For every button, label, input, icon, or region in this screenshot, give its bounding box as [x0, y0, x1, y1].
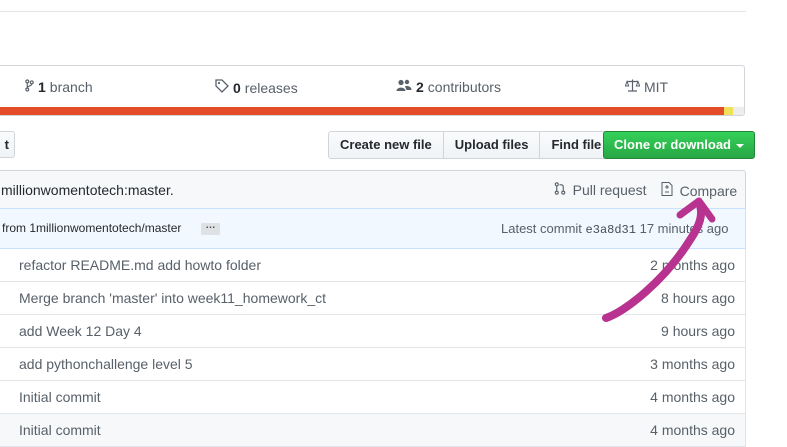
commit-message-link[interactable]: refactor README.md add howto folder: [19, 257, 261, 273]
latest-commit-label: Latest commit: [501, 221, 582, 236]
diff-icon: [661, 182, 677, 199]
compare-link[interactable]: Compare: [661, 182, 737, 199]
branches-link[interactable]: 1 branch: [25, 79, 93, 95]
people-icon: [396, 79, 412, 95]
commit-message-link[interactable]: Initial commit: [19, 389, 101, 405]
branch-info-bar: millionwomentotech:master. Pull request …: [0, 170, 746, 209]
language-segment-other: [733, 107, 744, 115]
commit-message-link[interactable]: add Week 12 Day 4: [19, 323, 142, 339]
contributors-link[interactable]: 2 contributors: [396, 79, 501, 95]
commit-age: 4 months ago: [650, 389, 735, 405]
commit-message-link[interactable]: Initial commit: [19, 422, 101, 438]
pull-request-icon: [554, 182, 570, 198]
license-label: MIT: [644, 79, 669, 95]
clone-or-download-button[interactable]: Clone or download: [603, 131, 755, 159]
releases-link[interactable]: 0 releases: [215, 79, 298, 96]
commit-age: 9 hours ago: [661, 323, 735, 339]
branch-label: branch: [49, 79, 93, 95]
file-actions-group: Create new file Upload files Find file: [328, 131, 614, 159]
latest-commit-bar: from 1millionwomentotech/master … Latest…: [0, 208, 746, 249]
table-row: add pythonchallenge level 5 3 months ago: [0, 348, 746, 381]
commit-sha-link[interactable]: e3a8d31: [586, 223, 636, 237]
commit-age: 3 months ago: [650, 356, 735, 372]
clone-label: Clone or download: [614, 137, 731, 152]
branch-count: 1: [38, 79, 46, 95]
create-new-file-button[interactable]: Create new file: [328, 131, 444, 159]
new-pull-request-button[interactable]: t: [0, 131, 15, 158]
tag-icon: [215, 79, 229, 96]
branch-icon: [25, 79, 34, 95]
caret-down-icon: [736, 143, 744, 148]
language-bar[interactable]: [0, 107, 744, 115]
commit-time: 17 minutes ago: [639, 221, 729, 236]
license-link[interactable]: MIT: [624, 79, 669, 95]
commit-message-link[interactable]: add pythonchallenge level 5: [19, 356, 193, 372]
upload-files-button[interactable]: Upload files: [442, 131, 541, 159]
commit-message-link[interactable]: Merge branch 'master' into week11_homewo…: [19, 290, 326, 306]
branch-info-text: millionwomentotech:master.: [1, 182, 174, 198]
table-row: Initial commit 4 months ago: [0, 381, 746, 414]
releases-count: 0: [233, 79, 241, 96]
pull-request-label: Pull request: [572, 182, 647, 198]
commit-age: 8 hours ago: [661, 290, 735, 306]
table-row: add Week 12 Day 4 9 hours ago: [0, 315, 746, 348]
top-divider: [0, 11, 746, 12]
contributors-count: 2: [416, 79, 424, 95]
releases-label: releases: [244, 79, 298, 96]
left-button-label: t: [4, 137, 9, 152]
table-row: refactor README.md add howto folder 2 mo…: [0, 249, 746, 282]
law-scale-icon: [624, 79, 641, 95]
table-row: Initial commit 4 months ago: [0, 414, 746, 447]
pull-request-link[interactable]: Pull request: [554, 182, 647, 198]
latest-commit-info: Latest commit e3a8d31 17 minutes ago: [501, 221, 729, 237]
contributors-label: contributors: [427, 79, 501, 95]
commit-message-link[interactable]: from 1millionwomentotech/master: [2, 221, 181, 235]
table-row: Merge branch 'master' into week11_homewo…: [0, 282, 746, 315]
commit-age: 2 months ago: [650, 257, 735, 273]
commit-expand-button[interactable]: …: [201, 221, 220, 235]
language-segment-js: [723, 107, 734, 115]
commit-age: 4 months ago: [650, 422, 735, 438]
language-segment-html: [0, 107, 724, 115]
compare-label: Compare: [679, 183, 738, 199]
file-list: refactor README.md add howto folder 2 mo…: [0, 249, 746, 447]
repo-numbers-summary: 1 branch 0 releases 2 contributors MIT: [0, 65, 745, 116]
